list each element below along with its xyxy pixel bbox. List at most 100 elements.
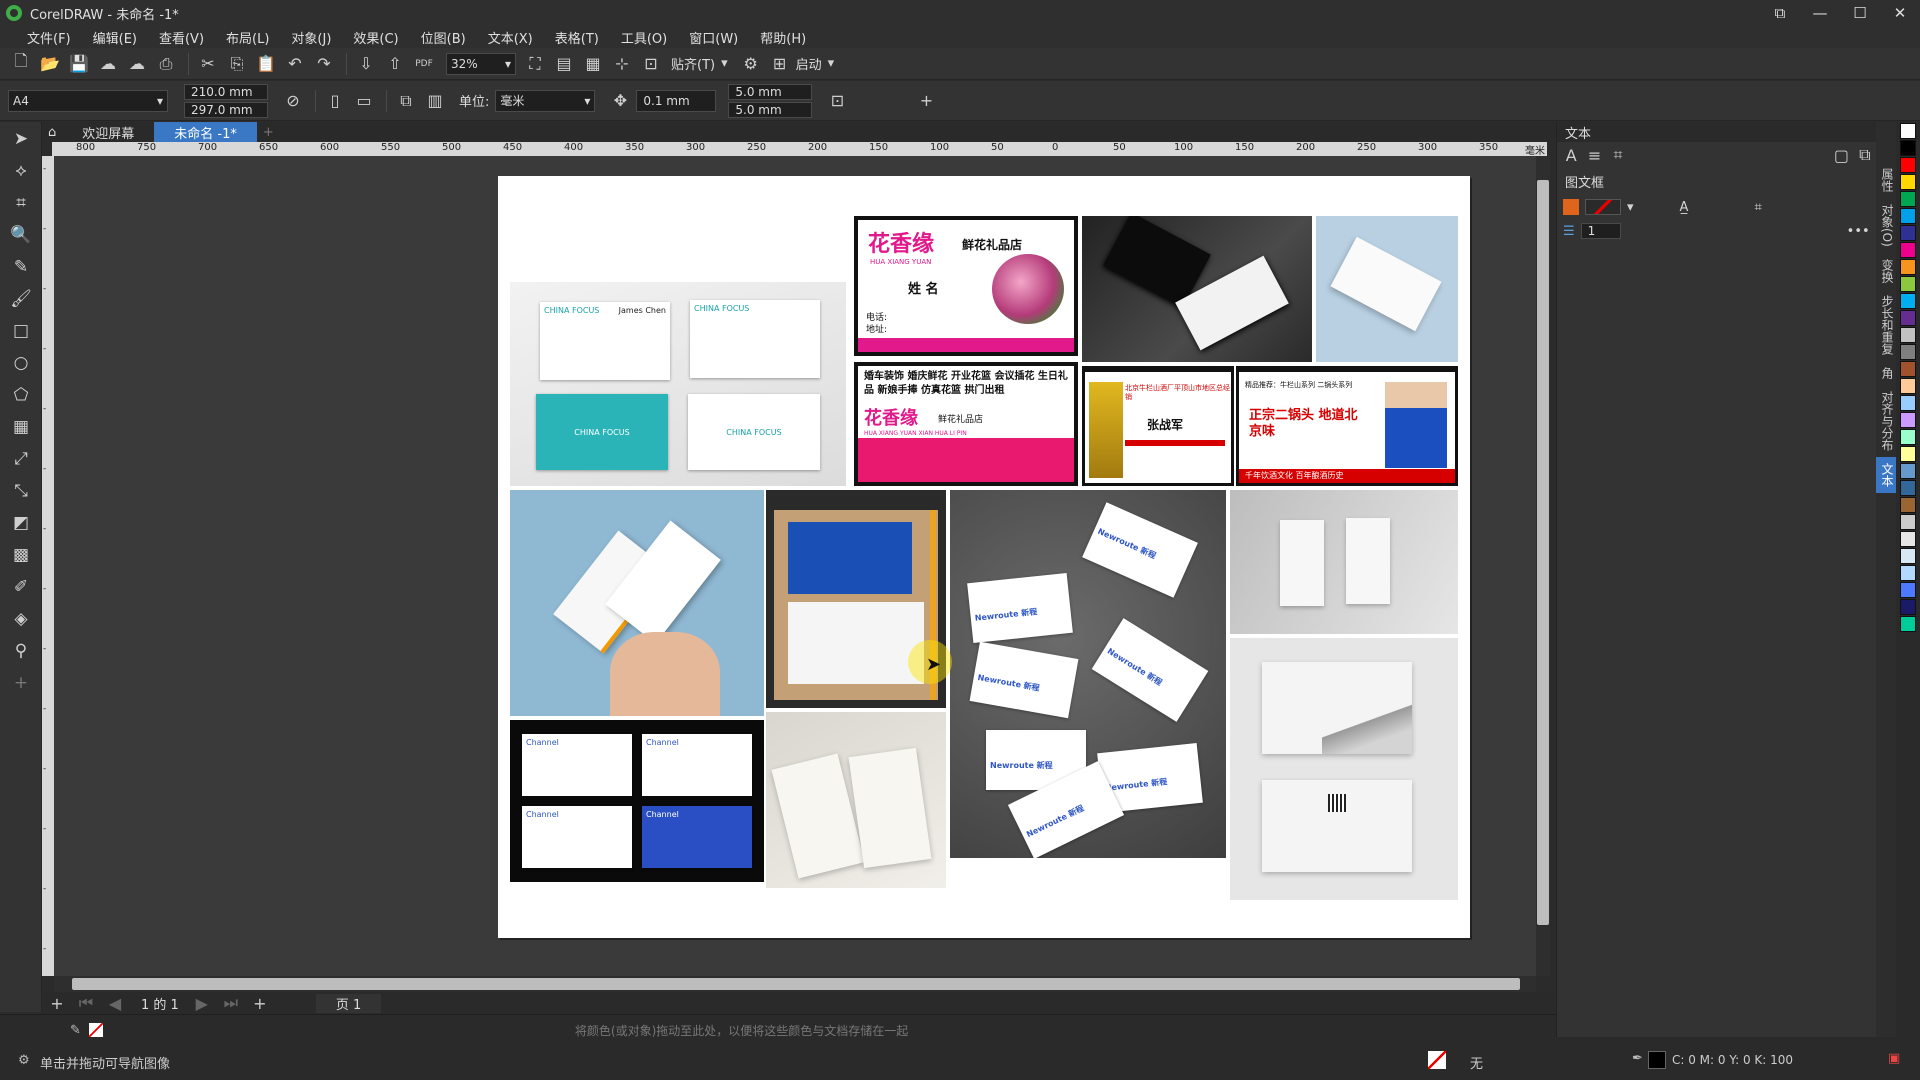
columns-input[interactable]: 1 (1580, 223, 1621, 239)
shape-tool-icon[interactable]: ⟡ (6, 156, 36, 186)
color-proof-icon[interactable]: ▣ (1888, 1051, 1900, 1066)
cloud-upload-icon[interactable]: ☁ (95, 51, 121, 77)
menu-help[interactable]: 帮助(H) (749, 28, 817, 47)
add-tool-icon[interactable]: + (6, 668, 36, 698)
lock-ratio-icon[interactable]: ⊘ (280, 88, 306, 114)
image-channel-cards[interactable]: Channel Channel Channel Channel (510, 720, 764, 882)
palette-swatch[interactable] (1900, 225, 1916, 241)
menu-layout[interactable]: 布局(L) (215, 28, 280, 47)
freehand-tool-icon[interactable]: ✎ (6, 252, 36, 282)
palette-swatch[interactable] (1900, 514, 1916, 530)
add-page-icon[interactable]: + (44, 990, 70, 1016)
palette-swatch[interactable] (1900, 531, 1916, 547)
sidetab-text[interactable]: 文本 (1876, 456, 1896, 493)
sidetab-transform[interactable]: 变换 (1876, 253, 1896, 289)
transparency-tool-icon[interactable]: ▩ (6, 540, 36, 570)
vertical-align-icon[interactable]: A̲ (1680, 200, 1689, 215)
sidetab-step-repeat[interactable]: 步长和重复 (1876, 289, 1896, 361)
palette-swatch[interactable] (1900, 276, 1916, 292)
minimize-button[interactable]: — (1800, 0, 1840, 26)
zoom-tool-icon[interactable]: 🔍 (6, 220, 36, 250)
paste-icon[interactable]: 📋 (253, 51, 279, 77)
image-hand-holding-card[interactable] (510, 490, 764, 716)
prev-page-icon[interactable]: ◀ (102, 990, 128, 1016)
polygon-tool-icon[interactable]: ⬠ (6, 380, 36, 410)
cloud-download-icon[interactable]: ☁ (124, 51, 150, 77)
image-china-focus-cards[interactable]: CHINA FOCUS James Chen CHINA FOCUS CHINA… (510, 282, 846, 486)
palette-swatch[interactable] (1900, 412, 1916, 428)
horizontal-scroll-thumb[interactable] (72, 978, 1520, 990)
landscape-icon[interactable]: ▭ (351, 88, 377, 114)
launch-icon[interactable]: ⊞ (767, 51, 793, 77)
palette-swatch[interactable] (1900, 344, 1916, 360)
redo-icon[interactable]: ↷ (311, 51, 337, 77)
table-tool-icon[interactable]: ▦ (6, 412, 36, 442)
paragraph-icon[interactable]: ≡ (1586, 142, 1602, 168)
first-page-icon[interactable]: ⏮ (73, 990, 99, 1016)
snap-icon[interactable]: ⊡ (638, 51, 664, 77)
palette-swatch[interactable] (1900, 310, 1916, 326)
chevron-down-icon[interactable]: ▾ (828, 56, 835, 71)
sidetab-corner[interactable]: 角 (1876, 361, 1896, 385)
duplicate-y-input[interactable]: 5.0 mm (728, 101, 813, 118)
menu-text[interactable]: 文本(X) (477, 28, 544, 47)
smart-fill-icon[interactable]: ⚲ (6, 636, 36, 666)
palette-swatch[interactable] (1900, 174, 1916, 190)
add-tab-icon[interactable]: + (257, 122, 280, 142)
rectangle-tool-icon[interactable]: □ (6, 316, 36, 346)
connector-tool-icon[interactable]: ⤡ (6, 476, 36, 506)
vertical-ruler[interactable]: - - - - - - - - - - - - - - (42, 156, 54, 976)
menu-bitmaps[interactable]: 位图(B) (410, 28, 477, 47)
all-pages-icon[interactable]: ⧉ (393, 88, 419, 114)
palette-swatch[interactable] (1900, 395, 1916, 411)
palette-swatch[interactable] (1900, 157, 1916, 173)
add-icon[interactable]: + (913, 88, 939, 114)
zoom-level-combo[interactable]: 32% ▾ (446, 52, 516, 75)
frame-bounds-icon[interactable]: ⌗ (1754, 200, 1761, 215)
guidelines-icon[interactable]: ⊹ (609, 51, 635, 77)
page-width-input[interactable]: 210.0 mm (184, 83, 268, 100)
palette-swatch[interactable] (1900, 293, 1916, 309)
image-liquor-card-2[interactable]: 精品推荐：牛栏山系列 二锅头系列 正宗二锅头 地道北京味 千年饮酒文化 百年酿酒… (1236, 366, 1458, 486)
last-page-icon[interactable]: ⏭ (218, 990, 244, 1016)
tab-document[interactable]: 未命名 -1* (154, 122, 257, 142)
palette-swatch[interactable] (1900, 208, 1916, 224)
image-flower-card-top[interactable]: 花香缘 鲜花礼品店 HUA XIANG YUAN 姓 名 电话: 地址: (854, 216, 1078, 356)
chevron-down-icon[interactable]: ▾ (721, 56, 728, 71)
artistic-media-icon[interactable]: 🖌 (6, 284, 36, 314)
palette-swatch[interactable] (1900, 582, 1916, 598)
launch-label[interactable]: 启动 (796, 54, 822, 73)
palette-swatch[interactable] (1900, 242, 1916, 258)
snap-to-label[interactable]: 贴齐(T) (671, 54, 715, 73)
menu-tools[interactable]: 工具(O) (610, 28, 678, 47)
page-size-combo[interactable]: A4 ▾ (8, 89, 168, 112)
palette-swatch[interactable] (1900, 378, 1916, 394)
palette-swatch[interactable] (1900, 463, 1916, 479)
palette-swatch[interactable] (1900, 480, 1916, 496)
dimension-tool-icon[interactable]: ⤢ (6, 444, 36, 474)
new-document-icon[interactable]: 🗋 (8, 51, 34, 77)
units-combo[interactable]: 毫米 ▾ (495, 89, 596, 112)
treat-as-filled-icon[interactable]: ⊡ (824, 88, 850, 114)
palette-swatch[interactable] (1900, 616, 1916, 632)
menu-view[interactable]: 查看(V) (148, 28, 215, 47)
sidetab-align-distribute[interactable]: 对齐与分布 (1876, 385, 1896, 457)
image-liquor-card-1[interactable]: 北京牛栏山酒厂平顶山市地区总经销 张战军 (1082, 366, 1234, 486)
menu-effects[interactable]: 效果(C) (342, 28, 409, 47)
import-icon[interactable]: ⇩ (353, 51, 379, 77)
more-options-icon[interactable]: ••• (1847, 224, 1870, 239)
rulers-icon[interactable]: ▤ (551, 51, 577, 77)
close-button[interactable]: ✕ (1880, 0, 1920, 26)
image-newroute-cards[interactable]: Newroute 新程 Newroute 新程 Newroute 新程 Newr… (950, 490, 1226, 858)
image-flower-card-bottom[interactable]: 婚车装饰 婚庆鲜花 开业花篮 会议插花 生日礼品 新娘手捧 仿真花篮 拱门出租 … (854, 362, 1078, 486)
frame-icon[interactable]: ⌗ (1610, 142, 1626, 168)
fill-tool-icon[interactable]: ◈ (6, 604, 36, 634)
nudge-distance-input[interactable]: 0.1 mm (636, 89, 717, 112)
frame-fill-swatch[interactable] (1585, 199, 1621, 215)
options-gear-icon[interactable]: ⚙ (738, 51, 764, 77)
ellipse-tool-icon[interactable]: ○ (6, 348, 36, 378)
current-page-icon[interactable]: ▥ (422, 88, 448, 114)
palette-swatch[interactable] (1900, 361, 1916, 377)
image-embossed-cards[interactable] (766, 712, 946, 888)
palette-swatch[interactable] (1900, 446, 1916, 462)
